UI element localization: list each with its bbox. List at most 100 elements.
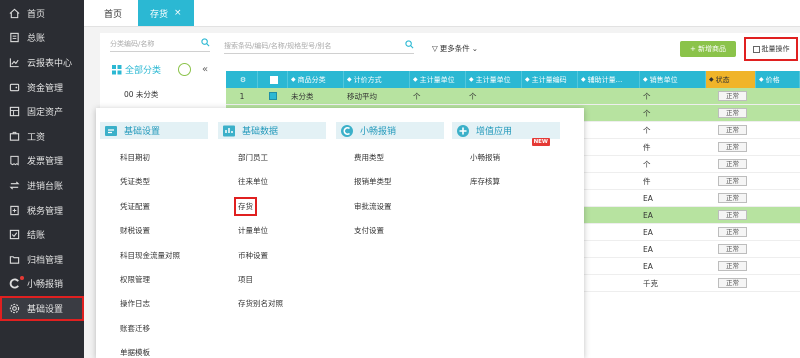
batch-operation-button[interactable]: 批量操作 xyxy=(744,37,798,61)
sidebar-item-tax[interactable]: 税务管理 xyxy=(0,198,84,223)
search-icon[interactable] xyxy=(405,40,414,51)
category-all[interactable]: 全部分类 xyxy=(112,63,161,76)
table-cell: EA xyxy=(643,193,653,203)
menu-item[interactable]: 往来单位 xyxy=(238,176,268,187)
table-cell: 正常 xyxy=(706,190,756,207)
column-header[interactable]: ◆ 主计量单位 xyxy=(466,71,522,88)
sidebar-item-purchase-sales[interactable]: 进销台账 xyxy=(0,173,84,198)
menu-column-basic-data: 基础数据 xyxy=(218,122,326,139)
table-cell xyxy=(578,258,640,275)
menu-item[interactable]: 报销单类型 xyxy=(354,176,392,187)
table-cell: 正常 xyxy=(706,258,756,275)
column-header[interactable]: ◆ 主计量编码 xyxy=(522,71,578,88)
column-header[interactable]: ◆ 价格 xyxy=(756,71,800,88)
reimburse-icon xyxy=(338,122,356,139)
table-cell: 未分类 xyxy=(291,91,314,101)
table-cell: EA xyxy=(643,210,653,220)
status-badge: 正常 xyxy=(718,244,747,254)
category-search-input[interactable]: 分类编码/名称 xyxy=(110,38,210,52)
table-cell xyxy=(756,105,800,122)
table-cell xyxy=(756,241,800,258)
search-input[interactable]: 搜索条码/编码/名称/规格型号/别名 xyxy=(224,38,414,54)
menu-item[interactable]: 科目期初 xyxy=(120,152,150,163)
sidebar-item-basic-settings[interactable]: 基础设置 xyxy=(0,296,84,321)
sidebar-item-report-center[interactable]: 云报表中心 xyxy=(0,50,84,75)
table-cell xyxy=(578,275,640,292)
table-cell xyxy=(756,156,800,173)
table-cell: 正常 xyxy=(706,105,756,122)
sidebar-item-closing[interactable]: 结账 xyxy=(0,222,84,247)
search-icon[interactable] xyxy=(201,38,210,49)
sidebar-item-fund-management[interactable]: 资金管理 xyxy=(0,75,84,100)
row-checkbox[interactable] xyxy=(258,88,288,105)
collapse-icon[interactable]: « xyxy=(202,64,208,75)
tab-home[interactable]: 首页 xyxy=(84,0,134,26)
sidebar-item-label: 资金管理 xyxy=(27,83,64,94)
table-header: ⚙ ◆ 商品分类 ◆ 计价方式 ◆ 主计量单位 ◆ 主计量单位 ◆ 主计量编码 ◆ 辅助计量… xyxy=(226,71,800,88)
close-icon[interactable]: × xyxy=(174,8,182,18)
column-header[interactable]: ◆ 销售单位 xyxy=(640,71,706,88)
add-product-button[interactable]: + 新增商品 xyxy=(680,41,736,57)
table-cell xyxy=(756,275,800,292)
sidebar-item-label: 首页 xyxy=(27,9,46,20)
status-badge: 正常 xyxy=(718,278,747,288)
column-header[interactable]: ◆ 计价方式 xyxy=(344,71,410,88)
sidebar-item-archive[interactable]: 归档管理 xyxy=(0,247,84,272)
table-settings-icon[interactable]: ⚙ xyxy=(226,71,258,88)
table-cell xyxy=(756,207,800,224)
sidebar-item-label: 归档管理 xyxy=(27,255,64,266)
status-badge: 正常 xyxy=(718,108,747,118)
menu-item[interactable]: 账套迁移 xyxy=(120,323,150,334)
menu-item[interactable]: 财税设置 xyxy=(120,225,150,236)
menu-item[interactable]: 币种设置 xyxy=(238,250,268,261)
select-all-checkbox[interactable] xyxy=(258,71,288,88)
menu-item[interactable]: 凭证类型 xyxy=(120,176,150,187)
category-settings-icon[interactable] xyxy=(178,63,191,76)
home-icon xyxy=(9,8,20,19)
table-cell: 正常 xyxy=(706,156,756,173)
menu-item[interactable]: 操作日志 xyxy=(120,298,150,309)
menu-item[interactable]: 库存核算 xyxy=(470,176,500,187)
menu-item[interactable]: 审批流设置 xyxy=(354,201,392,212)
sidebar-item-reimburse[interactable]: 小畅报销 xyxy=(0,272,84,297)
table-cell: 个 xyxy=(469,91,477,101)
table-row[interactable]: 1 未分类 移动平均 个 个 个 正常 xyxy=(226,88,800,105)
column-header[interactable]: ◆ 辅助计量... xyxy=(578,71,640,88)
menu-item[interactable]: 存货别名对照 xyxy=(238,298,283,309)
table-cell: 个 xyxy=(643,108,651,118)
table-cell: 正常 xyxy=(706,241,756,258)
table-cell: 移动平均 xyxy=(347,91,377,101)
sidebar-item-label: 工资 xyxy=(27,132,46,143)
menu-item[interactable]: 费用类型 xyxy=(354,152,384,163)
sidebar-item-invoice[interactable]: 发票管理 xyxy=(0,149,84,174)
status-badge: 正常 xyxy=(718,176,747,186)
column-header[interactable]: ◆ 主计量单位 xyxy=(410,71,466,88)
sidebar-item-home[interactable]: 首页 xyxy=(0,1,84,26)
menu-item[interactable]: 单据模板 xyxy=(120,347,150,358)
status-badge: 正常 xyxy=(718,159,747,169)
menu-item[interactable]: 小畅报销 xyxy=(470,152,500,163)
new-badge: NEW xyxy=(531,138,550,146)
tax-icon xyxy=(9,205,20,216)
menu-item[interactable]: 权限管理 xyxy=(120,274,150,285)
table-cell: 个 xyxy=(413,91,421,101)
search-placeholder: 分类编码/名称 xyxy=(110,40,155,48)
sidebar-item-ledger[interactable]: 总账 xyxy=(0,26,84,51)
checkbox-checked-icon[interactable] xyxy=(269,92,277,100)
menu-item[interactable]: 计量单位 xyxy=(238,225,268,236)
sidebar-item-fixed-assets[interactable]: 固定资产 xyxy=(0,99,84,124)
menu-item[interactable]: 凭证配置 xyxy=(120,201,150,212)
sidebar-item-salary[interactable]: 工资 xyxy=(0,124,84,149)
column-header[interactable]: ◆ 商品分类 xyxy=(288,71,344,88)
category-item[interactable]: 00 未分类 xyxy=(124,89,158,100)
menu-item[interactable]: 项目 xyxy=(238,274,253,285)
more-filter-button[interactable]: ▽ 更多条件 ⌄ xyxy=(432,43,478,54)
menu-item[interactable]: 存货 xyxy=(234,196,257,216)
tab-stock[interactable]: 存货 × xyxy=(138,0,194,26)
table-cell: EA xyxy=(643,261,653,271)
menu-item[interactable]: 支付设置 xyxy=(354,225,384,236)
category-all-label: 全部分类 xyxy=(125,66,162,76)
column-header-status[interactable]: ◆ 状态 xyxy=(706,71,756,88)
menu-item[interactable]: 科目现金流量对照 xyxy=(120,250,180,261)
menu-item[interactable]: 部门员工 xyxy=(238,152,268,163)
